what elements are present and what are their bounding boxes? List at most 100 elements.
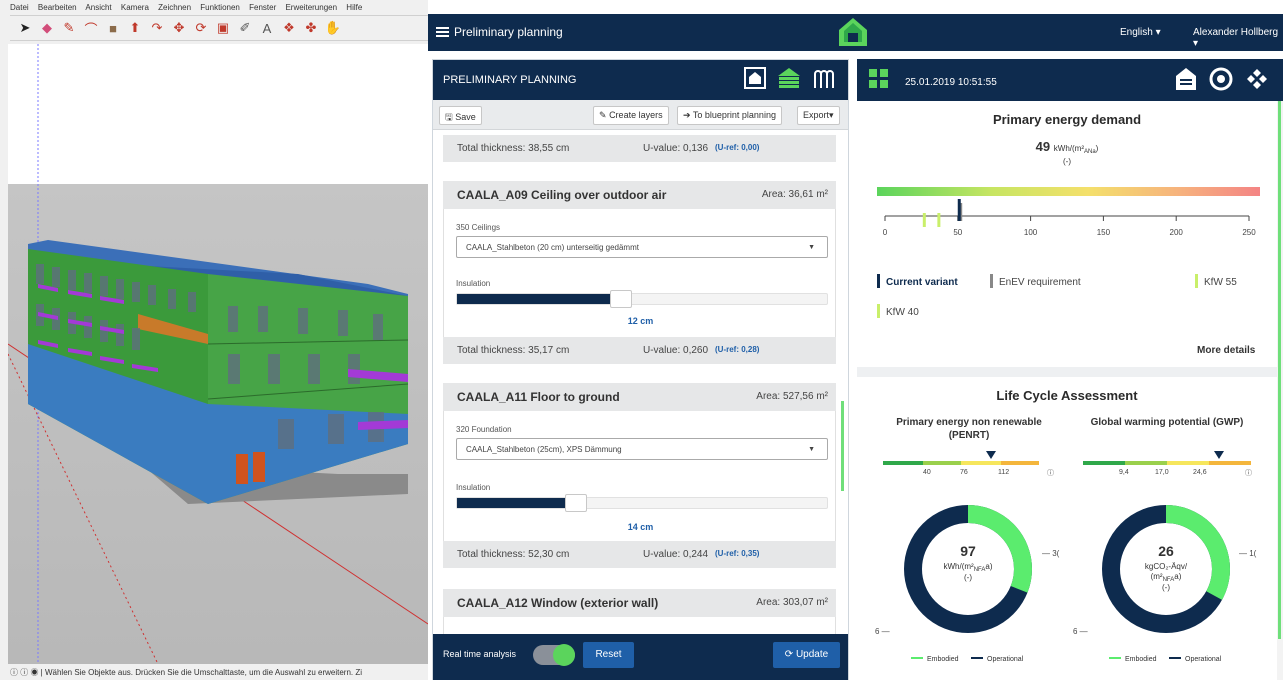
layer-list[interactable]: Total thickness: 38,55 cm U-value: 0,136…: [433, 131, 848, 634]
hamburger-menu-icon[interactable]: [436, 27, 449, 38]
layer-card-body: [443, 617, 836, 634]
material-select[interactable]: CAALA_Stahlbeton (20 cm) unterseitig ged…: [456, 236, 828, 258]
gwp-sub: (-): [1162, 583, 1170, 592]
gwp-info-icon[interactable]: ⓘ: [1245, 468, 1252, 478]
update-button[interactable]: ⟳ Update: [773, 642, 840, 668]
primary-energy-title: Primary energy demand: [992, 112, 1142, 127]
list-scrollbar[interactable]: [841, 401, 844, 491]
penrt-scale: [883, 451, 1039, 465]
sketchup-3d-viewport[interactable]: [8, 44, 428, 664]
layer-summary: Total thickness: 52,30 cm U-value: 0,244…: [443, 541, 836, 568]
select-tool-icon[interactable]: ➤: [16, 19, 34, 37]
building-energy-icon[interactable]: [1175, 67, 1197, 91]
realtime-toggle[interactable]: [533, 644, 575, 666]
create-layers-button[interactable]: ✎ Create layers: [593, 106, 669, 125]
layer-summary: Total thickness: 38,55 cm U-value: 0,136…: [443, 135, 836, 162]
info-icon[interactable]: ⓘ ⓘ ◉ |: [10, 668, 45, 677]
gwp-right-label: — 1(: [1239, 549, 1257, 558]
edit-icon: ✎: [599, 110, 607, 120]
pan-tool-icon[interactable]: ✋: [324, 19, 342, 37]
menu-datei[interactable]: Datei: [10, 3, 29, 12]
menu-fenster[interactable]: Fenster: [249, 3, 276, 12]
building-outline-icon[interactable]: [743, 66, 767, 90]
penrt-legend-operational: Operational: [971, 656, 1023, 663]
pencil-tool-icon[interactable]: ✎: [60, 19, 78, 37]
more-details-link[interactable]: More details: [1197, 345, 1255, 356]
save-button[interactable]: 🖫 Save: [439, 106, 482, 125]
arc-tool-icon[interactable]: ⌒: [82, 19, 100, 37]
insulation-value: 12 cm: [627, 316, 654, 326]
reset-button[interactable]: Reset: [583, 642, 634, 668]
penrt-legend-embodied: Embodied: [911, 656, 959, 663]
status-text: Wählen Sie Objekte aus. Drücken Sie die …: [44, 668, 362, 677]
sketchup-window: Datei Bearbeiten Ansicht Kamera Zeichnen…: [0, 0, 428, 680]
floppy-icon: 🖫: [445, 112, 453, 122]
shape-tool-icon[interactable]: ■: [104, 19, 122, 37]
scale-tool-icon[interactable]: ▣: [214, 19, 232, 37]
energy-gradient-bar: [877, 187, 1260, 196]
results-scrollbar-thumb[interactable]: [1278, 101, 1281, 639]
diamond-grid-icon[interactable]: [1245, 67, 1269, 91]
language-dropdown[interactable]: English ▾: [1120, 27, 1161, 38]
caret-down-icon: ▼: [808, 446, 815, 453]
pushpull-tool-icon[interactable]: ⬆: [126, 19, 144, 37]
panel-title: PRELIMINARY PLANNING: [443, 74, 577, 86]
axis-tick-label: 50: [953, 228, 962, 237]
target-lca-icon[interactable]: [1209, 67, 1233, 91]
menu-bearbeiten[interactable]: Bearbeiten: [38, 3, 77, 12]
layer-card-header[interactable]: CAALA_A12 Window (exterior wall) Area: 3…: [443, 589, 836, 617]
tape-tool-icon[interactable]: ✐: [236, 19, 254, 37]
paint-tool-icon[interactable]: ❖: [280, 19, 298, 37]
penrt-right-label: — 3(: [1042, 549, 1060, 558]
legend-enev: EnEV requirement: [990, 274, 1081, 288]
export-dropdown[interactable]: Export▾: [797, 106, 840, 125]
menu-funktionen[interactable]: Funktionen: [200, 3, 240, 12]
category-label: 350 Ceilings: [456, 223, 501, 232]
wall-layers-icon[interactable]: [777, 66, 801, 90]
to-blueprint-button[interactable]: ➔ To blueprint planning: [677, 106, 782, 125]
orbit-tool-icon[interactable]: ✤: [302, 19, 320, 37]
menu-kamera[interactable]: Kamera: [121, 3, 149, 12]
gwp-legend-embodied: Embodied: [1109, 656, 1157, 663]
penrt-scale-label: 40: [923, 469, 931, 476]
insulation-value: 14 cm: [627, 522, 654, 532]
building-model: [8, 44, 428, 664]
menu-zeichnen[interactable]: Zeichnen: [158, 3, 191, 12]
dashboard-grid-icon[interactable]: [869, 69, 888, 88]
axis-tick-label: 200: [1170, 228, 1184, 237]
results-header: 25.01.2019 10:51:55: [857, 59, 1283, 101]
axis-tick-label: 0: [883, 228, 888, 237]
panel-footer: Real time analysis Reset ⟳ Update: [433, 634, 848, 680]
insulation-slider[interactable]: [456, 290, 828, 308]
gwp-scale-label: 9,4: [1119, 469, 1129, 476]
material-select[interactable]: CAALA_Stahlbeton (25cm), XPS Dämmung ▼: [456, 438, 828, 460]
menu-erweiterungen[interactable]: Erweiterungen: [285, 3, 337, 12]
user-dropdown[interactable]: Alexander Hollberg ▾: [1193, 27, 1283, 49]
insulation-label: Insulation: [456, 483, 491, 492]
penrt-info-icon[interactable]: ⓘ: [1047, 468, 1054, 478]
lca-title: Life Cycle Assessment: [996, 388, 1138, 403]
layer-card-header[interactable]: CAALA_A11 Floor to ground Area: 527,56 m…: [443, 383, 836, 411]
layer-card-body: 320 Foundation CAALA_Stahlbeton (25cm), …: [443, 411, 836, 542]
results-panel: 25.01.2019 10:51:55 Primary energy deman…: [857, 59, 1283, 680]
app-topbar: Preliminary planning English ▾ Alexander…: [428, 14, 1283, 51]
energy-axis: 0 50 100 150 200 250: [883, 199, 1256, 237]
move-tool-icon[interactable]: ✥: [170, 19, 188, 37]
panel-toolbar: 🖫 Save ✎ Create layers ➔ To blueprint pl…: [433, 100, 848, 130]
penrt-title: Primary energy non renewable (PENRT): [896, 417, 1042, 441]
layer-card-header[interactable]: CAALA_A09 Ceiling over outdoor air Area:…: [443, 181, 836, 209]
heating-icon[interactable]: [811, 66, 835, 90]
menu-ansicht[interactable]: Ansicht: [85, 3, 111, 12]
caala-logo-icon: [839, 18, 867, 46]
gwp-scale: [1083, 451, 1251, 465]
gwp-legend-operational: Operational: [1169, 656, 1221, 663]
text-tool-icon[interactable]: A: [258, 19, 276, 37]
eraser-tool-icon[interactable]: ◆: [38, 19, 56, 37]
rotate-tool-icon[interactable]: ⟳: [192, 19, 210, 37]
menu-hilfe[interactable]: Hilfe: [346, 3, 362, 12]
insulation-slider[interactable]: [456, 494, 828, 512]
gwp-title: Global warming potential (GWP): [1090, 417, 1244, 428]
sketchup-statusbar: ⓘ ⓘ ◉ | Wählen Sie Objekte aus. Drücken …: [0, 664, 428, 680]
caret-down-icon: ▼: [808, 244, 815, 251]
followme-tool-icon[interactable]: ↷: [148, 19, 166, 37]
